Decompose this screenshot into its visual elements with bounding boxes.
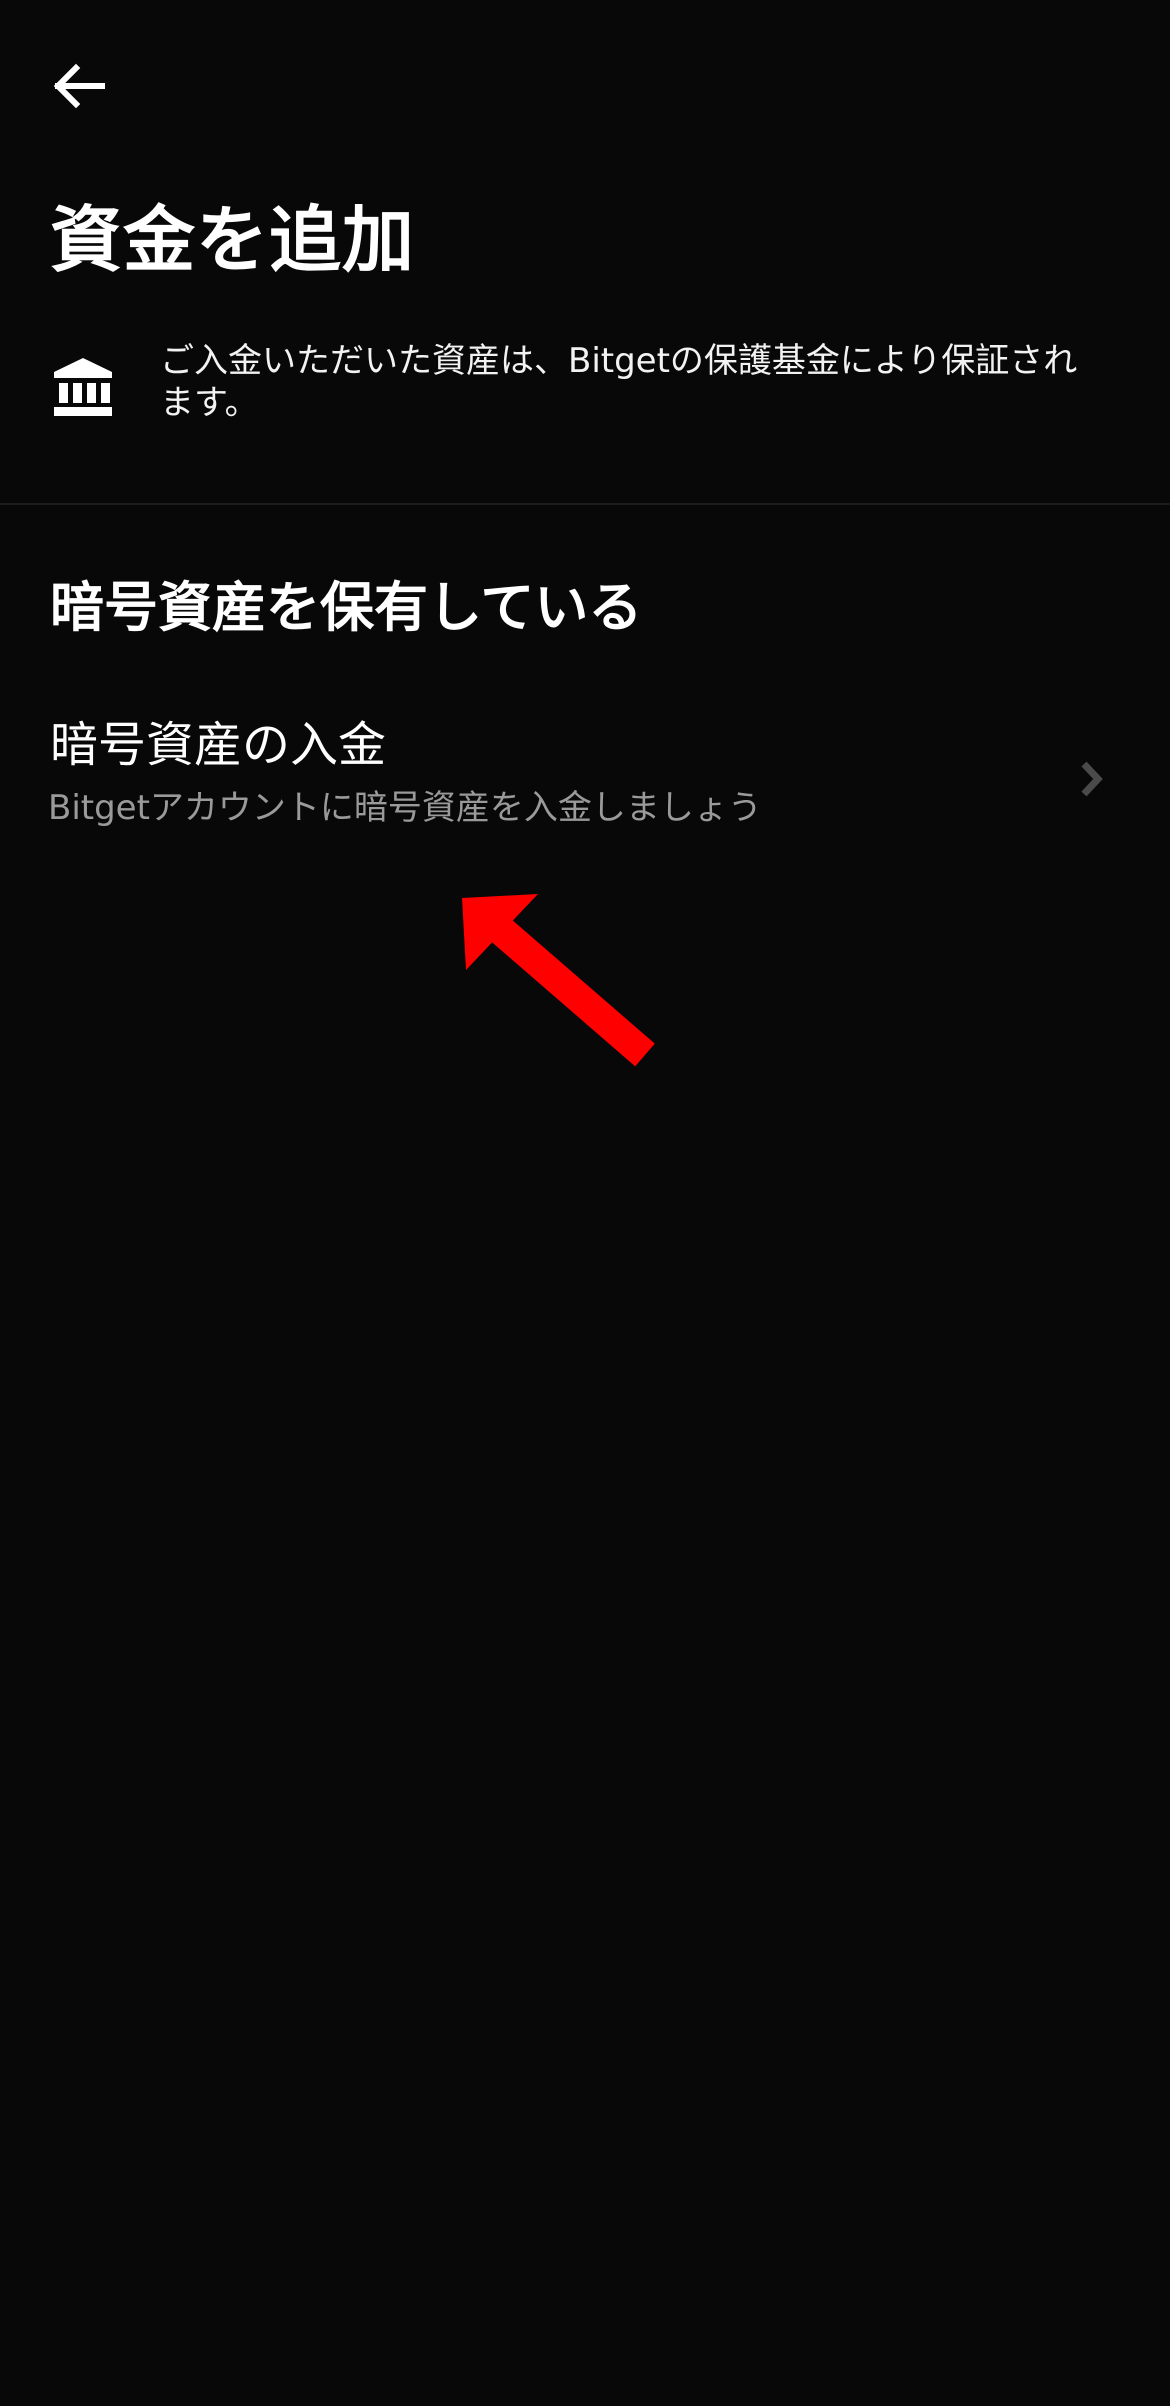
back-button[interactable] xyxy=(36,44,120,128)
page-title: 資金を追加 xyxy=(50,198,416,282)
crypto-deposit-title: 暗号資産の入金 xyxy=(50,717,387,773)
red-arrow-annotation-icon xyxy=(462,894,655,1067)
protection-notice: ご入金いただいた資産は、Bitgetの保護基金により保証されます。 xyxy=(50,340,1090,424)
chevron-right-icon xyxy=(1081,761,1103,797)
arrow-left-icon xyxy=(53,63,105,109)
crypto-deposit-subtitle: Bitgetアカウントに暗号資産を入金しましょう xyxy=(48,788,762,828)
notice-text: ご入金いただいた資産は、Bitgetの保護基金により保証されます。 xyxy=(160,341,1078,423)
bank-icon xyxy=(54,358,112,416)
divider xyxy=(0,503,1170,505)
section-title: 暗号資産を保有している xyxy=(50,576,643,639)
crypto-deposit-item[interactable]: 暗号資産の入金 Bitgetアカウントに暗号資産を入金しましょう xyxy=(0,700,1170,860)
